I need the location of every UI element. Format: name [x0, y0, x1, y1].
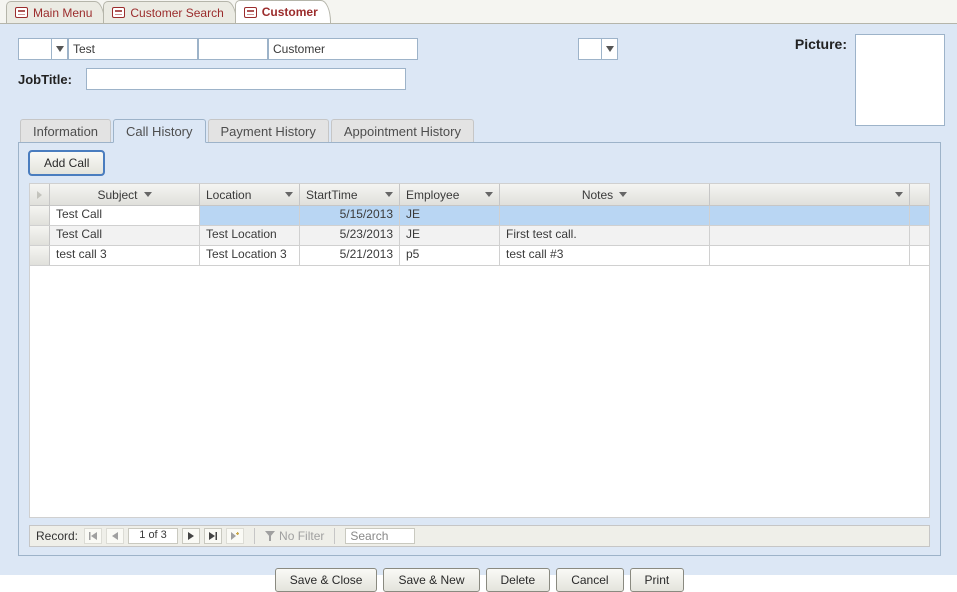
prefix-combo[interactable]	[18, 38, 68, 60]
table-row[interactable]: test call 3 Test Location 3 5/21/2013 p5…	[30, 246, 929, 266]
save-new-button[interactable]: Save & New	[383, 568, 479, 592]
col-extra-1[interactable]	[710, 184, 910, 205]
table-row[interactable]: Test Call 5/15/2013 JE	[30, 206, 929, 226]
delete-button[interactable]: Delete	[486, 568, 551, 592]
nav-first-button[interactable]	[84, 528, 102, 544]
nav-next-button[interactable]	[182, 528, 200, 544]
chevron-down-icon[interactable]	[385, 192, 393, 197]
cell-extra[interactable]	[910, 226, 930, 245]
cell-starttime[interactable]: 5/21/2013	[300, 246, 400, 265]
tab-label: Customer	[262, 5, 318, 19]
form-icon	[112, 7, 125, 18]
cell-notes[interactable]: First test call.	[500, 226, 710, 245]
form-footer: Save & Close Save & New Delete Cancel Pr…	[18, 568, 941, 592]
cell-subject[interactable]: Test Call	[50, 226, 200, 245]
no-filter-indicator[interactable]: No Filter	[265, 529, 324, 543]
col-subject[interactable]: Subject	[50, 184, 200, 205]
chevron-down-icon[interactable]	[285, 192, 293, 197]
funnel-icon	[265, 531, 275, 541]
cell-starttime[interactable]: 5/23/2013	[300, 226, 400, 245]
call-history-page: Add Call Subject Location StartTime	[18, 142, 941, 556]
save-close-button[interactable]: Save & Close	[275, 568, 378, 592]
col-extra-2[interactable]	[910, 184, 930, 205]
cell-location[interactable]: Test Location 3	[200, 246, 300, 265]
tab-information[interactable]: Information	[20, 119, 111, 143]
row-selector[interactable]	[30, 246, 50, 265]
picture-label: Picture:	[795, 34, 847, 52]
calls-datasheet: Subject Location StartTime Employee	[29, 183, 930, 518]
detail-tab-control: Information Call History Payment History…	[18, 118, 941, 556]
cell-extra[interactable]	[710, 206, 910, 225]
form-icon	[244, 7, 257, 18]
nav-last-button[interactable]	[204, 528, 222, 544]
chevron-down-icon[interactable]	[144, 192, 152, 197]
col-location[interactable]: Location	[200, 184, 300, 205]
cell-extra[interactable]	[710, 246, 910, 265]
chevron-down-icon[interactable]	[51, 39, 67, 59]
col-label: Notes	[582, 188, 613, 202]
cancel-button[interactable]: Cancel	[556, 568, 623, 592]
cell-notes[interactable]: test call #3	[500, 246, 710, 265]
tab-call-history[interactable]: Call History	[113, 119, 205, 143]
suffix-combo[interactable]	[578, 38, 618, 60]
col-notes[interactable]: Notes	[500, 184, 710, 205]
picture-box[interactable]	[855, 34, 945, 126]
picture-section: Picture:	[795, 34, 945, 126]
cell-extra[interactable]	[710, 226, 910, 245]
nav-new-button[interactable]	[226, 528, 244, 544]
job-title-label: JobTitle:	[18, 72, 78, 87]
row-selector[interactable]	[30, 226, 50, 245]
tab-main-menu[interactable]: Main Menu	[6, 1, 105, 23]
tab-payment-history[interactable]: Payment History	[208, 119, 329, 143]
tab-label: Customer Search	[130, 6, 223, 20]
record-position-field[interactable]: 1 of 3	[128, 528, 178, 544]
add-call-button[interactable]: Add Call	[29, 151, 104, 175]
nav-prev-button[interactable]	[106, 528, 124, 544]
chevron-down-icon[interactable]	[895, 192, 903, 197]
form-icon	[15, 7, 28, 18]
col-label: StartTime	[306, 188, 358, 202]
middle-name-field[interactable]	[198, 38, 268, 60]
no-filter-label: No Filter	[279, 529, 324, 543]
first-name-field[interactable]: Test	[68, 38, 198, 60]
record-navigator: Record: 1 of 3	[29, 525, 930, 547]
tab-customer-search[interactable]: Customer Search	[103, 1, 236, 23]
chevron-down-icon[interactable]	[601, 39, 617, 59]
cell-subject[interactable]: test call 3	[50, 246, 200, 265]
tab-label: Main Menu	[33, 6, 92, 20]
table-row[interactable]: Test Call Test Location 5/23/2013 JE Fir…	[30, 226, 929, 246]
col-label: Location	[206, 188, 251, 202]
chevron-down-icon[interactable]	[619, 192, 627, 197]
job-title-field[interactable]	[86, 68, 406, 90]
cell-employee[interactable]: p5	[400, 246, 500, 265]
row-selector[interactable]	[30, 206, 50, 225]
cell-subject[interactable]: Test Call	[50, 206, 200, 225]
select-all-corner[interactable]	[30, 184, 50, 205]
col-label: Employee	[406, 188, 459, 202]
datasheet-header: Subject Location StartTime Employee	[30, 184, 929, 206]
record-label: Record:	[36, 529, 78, 543]
document-tabstrip: Main Menu Customer Search Customer	[0, 0, 957, 24]
print-button[interactable]: Print	[630, 568, 685, 592]
separator	[254, 528, 255, 544]
search-input[interactable]: Search	[345, 528, 415, 544]
tab-customer[interactable]: Customer	[235, 0, 331, 23]
cell-extra[interactable]	[910, 206, 930, 225]
customer-form: Test Customer JobTitle: Picture: Informa…	[0, 24, 957, 575]
cell-location[interactable]	[200, 206, 300, 225]
cell-notes[interactable]	[500, 206, 710, 225]
cell-extra[interactable]	[910, 246, 930, 265]
tab-appointment-history[interactable]: Appointment History	[331, 119, 474, 143]
separator	[334, 528, 335, 544]
col-label: Subject	[97, 188, 137, 202]
col-starttime[interactable]: StartTime	[300, 184, 400, 205]
cell-employee[interactable]: JE	[400, 206, 500, 225]
col-employee[interactable]: Employee	[400, 184, 500, 205]
cell-starttime[interactable]: 5/15/2013	[300, 206, 400, 225]
last-name-field[interactable]: Customer	[268, 38, 418, 60]
cell-employee[interactable]: JE	[400, 226, 500, 245]
search-placeholder: Search	[350, 529, 388, 543]
chevron-down-icon[interactable]	[485, 192, 493, 197]
cell-location[interactable]: Test Location	[200, 226, 300, 245]
